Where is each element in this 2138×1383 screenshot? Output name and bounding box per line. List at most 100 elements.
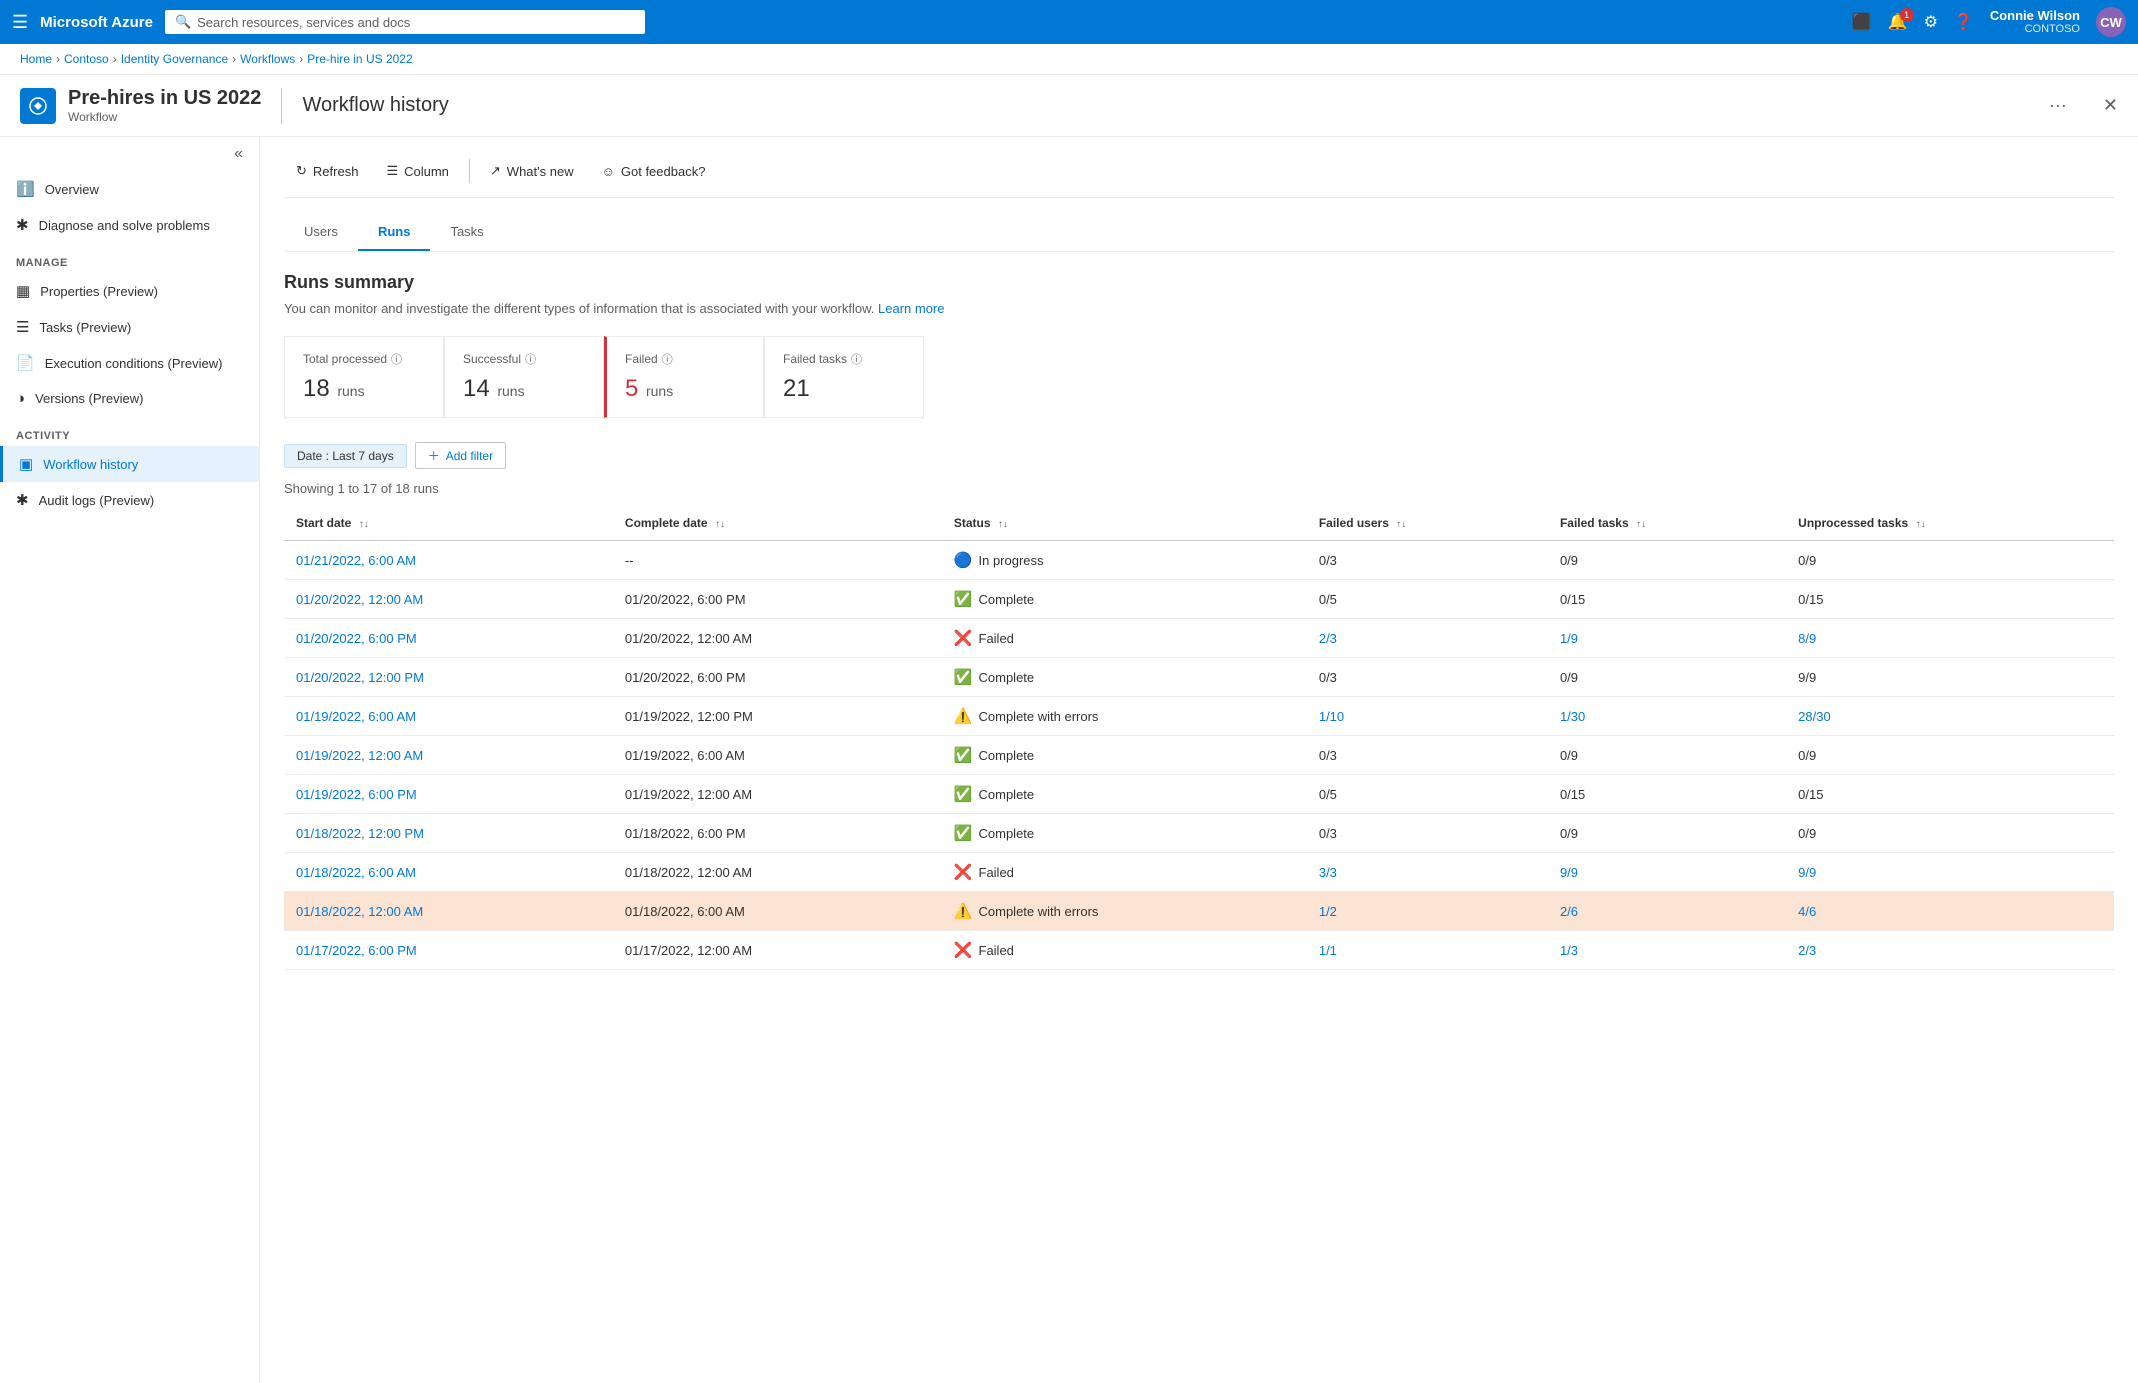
breadcrumb-prehire[interactable]: Pre-hire in US 2022 bbox=[307, 52, 412, 66]
cell-status: ✅ Complete bbox=[942, 775, 1307, 814]
start-date-link[interactable]: 01/20/2022, 6:00 PM bbox=[296, 631, 417, 646]
failed-users-link[interactable]: 1/1 bbox=[1319, 943, 1337, 958]
cell-status: ✅ Complete bbox=[942, 580, 1307, 619]
breadcrumb-identity-governance[interactable]: Identity Governance bbox=[121, 52, 228, 66]
sidebar-item-versions-label: Versions (Preview) bbox=[35, 391, 143, 406]
tab-users[interactable]: Users bbox=[284, 214, 358, 251]
sidebar-section-activity: ▣ Workflow history ✱ Audit logs (Preview… bbox=[0, 446, 259, 518]
start-date-link[interactable]: 01/19/2022, 6:00 PM bbox=[296, 787, 417, 802]
breadcrumb-contoso[interactable]: Contoso bbox=[64, 52, 109, 66]
cell-unprocessed-tasks: 0/9 bbox=[1786, 814, 2114, 853]
breadcrumb-workflows[interactable]: Workflows bbox=[240, 52, 295, 66]
failed-tasks-link[interactable]: 1/30 bbox=[1560, 709, 1585, 724]
sidebar-item-overview[interactable]: ℹ️ Overview bbox=[0, 171, 259, 207]
help-icon[interactable]: ❓ bbox=[1954, 12, 1974, 32]
failed-tasks-info-icon[interactable]: ⓘ bbox=[851, 351, 862, 367]
start-date-link[interactable]: 01/20/2022, 12:00 AM bbox=[296, 592, 423, 607]
avatar[interactable]: CW bbox=[2096, 7, 2126, 37]
header-more-icon[interactable]: ··· bbox=[2049, 95, 2067, 116]
sidebar-item-workflow-history[interactable]: ▣ Workflow history bbox=[0, 446, 259, 482]
failed-tasks-link[interactable]: 2/6 bbox=[1560, 904, 1578, 919]
unprocessed-tasks-value: 9/9 bbox=[1798, 670, 1816, 685]
sidebar-item-overview-label: Overview bbox=[45, 182, 99, 197]
col-status[interactable]: Status ↑↓ bbox=[942, 506, 1307, 541]
col-unprocessed-tasks[interactable]: Unprocessed tasks ↑↓ bbox=[1786, 506, 2114, 541]
sidebar-item-audit-logs[interactable]: ✱ Audit logs (Preview) bbox=[0, 482, 259, 518]
sidebar-item-properties[interactable]: ▦ Properties (Preview) bbox=[0, 273, 259, 309]
unprocessed-tasks-link[interactable]: 8/9 bbox=[1798, 631, 1816, 646]
got-feedback-button[interactable]: ☺ Got feedback? bbox=[590, 158, 718, 185]
cell-failed-users: 1/1 bbox=[1307, 931, 1548, 970]
total-info-icon[interactable]: ⓘ bbox=[391, 351, 402, 367]
card-successful-title: Successful ⓘ bbox=[463, 351, 585, 367]
status-label: In progress bbox=[979, 553, 1044, 568]
cell-complete-date: 01/20/2022, 12:00 AM bbox=[613, 619, 942, 658]
tab-tasks[interactable]: Tasks bbox=[430, 214, 503, 251]
col-failed-users[interactable]: Failed users ↑↓ bbox=[1307, 506, 1548, 541]
cloud-shell-icon[interactable]: ⬛ bbox=[1852, 12, 1872, 32]
start-date-link[interactable]: 01/19/2022, 6:00 AM bbox=[296, 709, 416, 724]
col-start-date[interactable]: Start date ↑↓ bbox=[284, 506, 613, 541]
sidebar-item-execution[interactable]: 📄 Execution conditions (Preview) bbox=[0, 345, 259, 381]
status-icon: ⚠️ bbox=[954, 707, 973, 725]
card-successful-number: 14 runs bbox=[463, 375, 585, 403]
failed-info-icon[interactable]: ⓘ bbox=[662, 351, 673, 367]
unprocessed-tasks-link[interactable]: 9/9 bbox=[1798, 865, 1816, 880]
start-date-link[interactable]: 01/18/2022, 12:00 AM bbox=[296, 904, 423, 919]
successful-info-icon[interactable]: ⓘ bbox=[525, 351, 536, 367]
close-icon[interactable]: ✕ bbox=[2103, 95, 2118, 116]
failed-tasks-link[interactable]: 1/9 bbox=[1560, 631, 1578, 646]
cell-start-date: 01/20/2022, 12:00 AM bbox=[284, 580, 613, 619]
start-date-link[interactable]: 01/19/2022, 12:00 AM bbox=[296, 748, 423, 763]
failed-users-link[interactable]: 3/3 bbox=[1319, 865, 1337, 880]
cell-complete-date: 01/20/2022, 6:00 PM bbox=[613, 658, 942, 697]
cell-start-date: 01/17/2022, 6:00 PM bbox=[284, 931, 613, 970]
unprocessed-tasks-link[interactable]: 28/30 bbox=[1798, 709, 1831, 724]
refresh-button[interactable]: ↻ Refresh bbox=[284, 157, 370, 185]
cell-failed-users: 0/3 bbox=[1307, 658, 1548, 697]
column-button[interactable]: ☰ Column bbox=[374, 157, 460, 185]
unprocessed-tasks-link[interactable]: 4/6 bbox=[1798, 904, 1816, 919]
unprocessed-tasks-link[interactable]: 2/3 bbox=[1798, 943, 1816, 958]
search-box[interactable]: 🔍 Search resources, services and docs bbox=[165, 10, 645, 34]
failed-tasks-link[interactable]: 1/3 bbox=[1560, 943, 1578, 958]
failed-users-link[interactable]: 1/10 bbox=[1319, 709, 1344, 724]
col-complete-date[interactable]: Complete date ↑↓ bbox=[613, 506, 942, 541]
summary-card-successful: Successful ⓘ 14 runs bbox=[444, 336, 604, 418]
start-date-link[interactable]: 01/18/2022, 6:00 AM bbox=[296, 865, 416, 880]
failed-users-link[interactable]: 2/3 bbox=[1319, 631, 1337, 646]
learn-more-link[interactable]: Learn more bbox=[878, 301, 944, 316]
col-failed-tasks[interactable]: Failed tasks ↑↓ bbox=[1548, 506, 1786, 541]
add-filter-button[interactable]: ＋ Add filter bbox=[415, 442, 506, 469]
cell-status: 🔵 In progress bbox=[942, 541, 1307, 580]
start-date-link[interactable]: 01/17/2022, 6:00 PM bbox=[296, 943, 417, 958]
cell-failed-users: 0/3 bbox=[1307, 814, 1548, 853]
start-date-link[interactable]: 01/21/2022, 6:00 AM bbox=[296, 553, 416, 568]
tabs: Users Runs Tasks bbox=[284, 214, 2114, 252]
whats-new-button[interactable]: ↗ What's new bbox=[478, 157, 586, 185]
status-label: Failed bbox=[979, 631, 1014, 646]
sidebar-item-tasks-label: Tasks (Preview) bbox=[39, 320, 131, 335]
sidebar-item-versions[interactable]: ◑ Versions (Preview) bbox=[0, 381, 259, 416]
notifications-icon[interactable]: 🔔 1 bbox=[1888, 12, 1908, 32]
collapse-button[interactable]: « bbox=[234, 145, 243, 163]
cell-failed-tasks: 0/9 bbox=[1548, 541, 1786, 580]
breadcrumb-home[interactable]: Home bbox=[20, 52, 52, 66]
start-date-link[interactable]: 01/18/2022, 12:00 PM bbox=[296, 826, 424, 841]
status-icon: 🔵 bbox=[954, 551, 973, 569]
date-filter-tag[interactable]: Date : Last 7 days bbox=[284, 444, 407, 468]
user-info[interactable]: Connie Wilson CONTOSO bbox=[1990, 8, 2080, 37]
toolbar: ↻ Refresh ☰ Column ↗ What's new ☺ Got fe… bbox=[284, 157, 2114, 198]
settings-icon[interactable]: ⚙ bbox=[1924, 12, 1938, 32]
card-total-title: Total processed ⓘ bbox=[303, 351, 425, 367]
sidebar-item-tasks[interactable]: ☰ Tasks (Preview) bbox=[0, 309, 259, 345]
status-icon: ⚠️ bbox=[954, 902, 973, 920]
hamburger-menu[interactable]: ☰ bbox=[12, 12, 28, 33]
start-date-link[interactable]: 01/20/2022, 12:00 PM bbox=[296, 670, 424, 685]
failed-users-value: 0/3 bbox=[1319, 670, 1337, 685]
failed-users-link[interactable]: 1/2 bbox=[1319, 904, 1337, 919]
sidebar-item-diagnose[interactable]: ✱ Diagnose and solve problems bbox=[0, 207, 259, 243]
failed-tasks-link[interactable]: 9/9 bbox=[1560, 865, 1578, 880]
tab-runs[interactable]: Runs bbox=[358, 214, 431, 251]
cell-complete-date: 01/19/2022, 12:00 AM bbox=[613, 775, 942, 814]
